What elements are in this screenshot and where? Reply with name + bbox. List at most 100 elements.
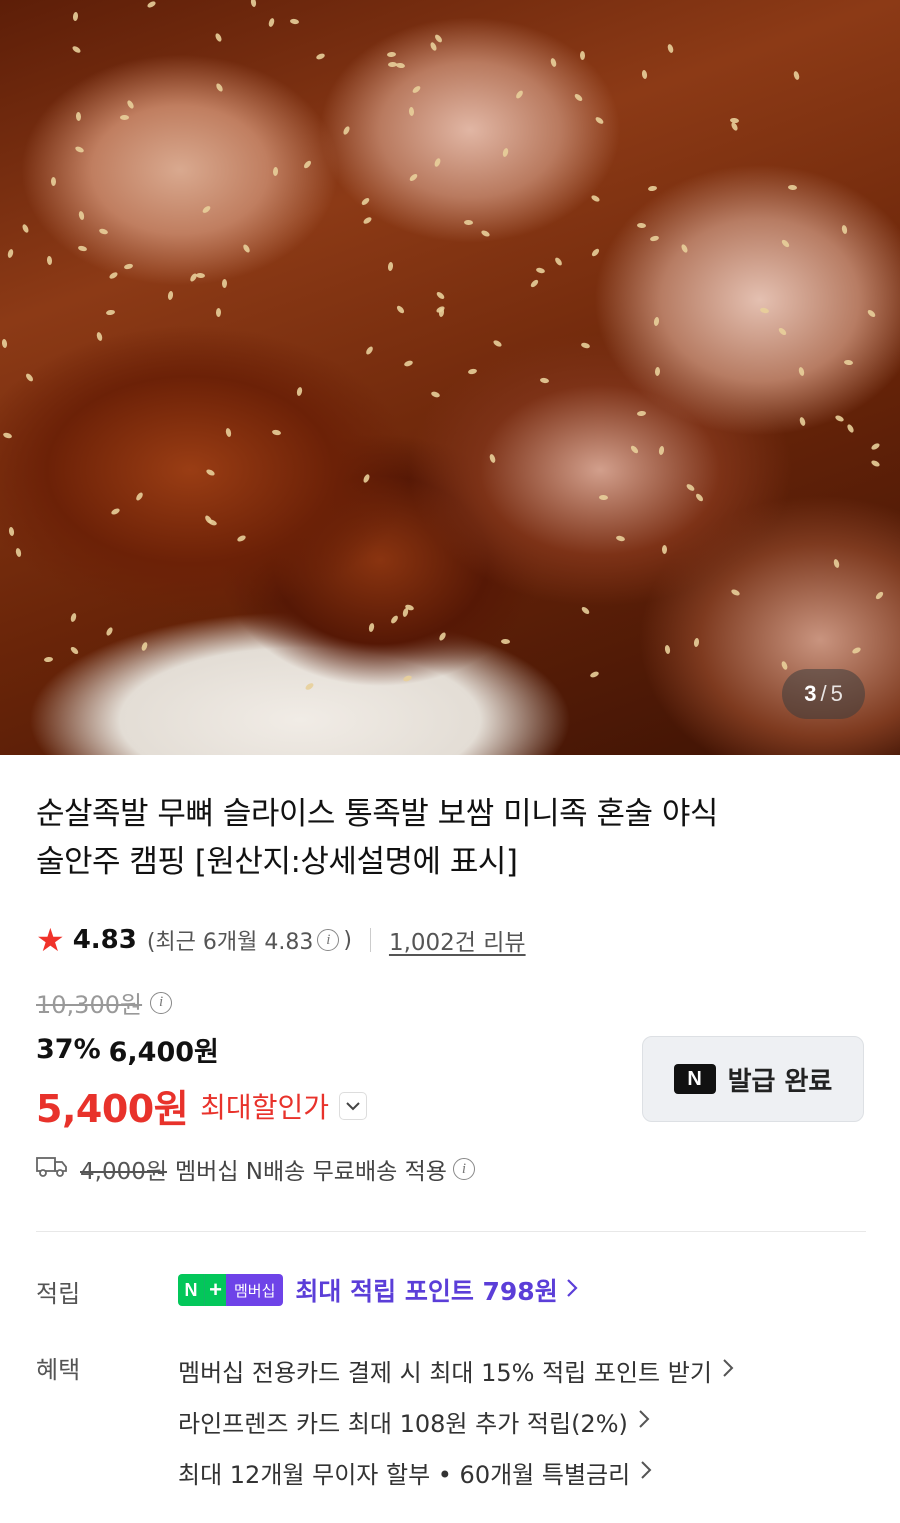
info-icon[interactable]: i (452, 1158, 475, 1180)
sesame-decoration (214, 82, 225, 93)
sesame-decoration (140, 641, 149, 652)
sesame-decoration (207, 518, 218, 527)
sesame-decoration (590, 194, 601, 203)
sesame-decoration (408, 172, 419, 183)
sesame-decoration (77, 244, 88, 253)
recent-rating: (최근 6개월 4.83 i ) (147, 924, 352, 956)
sesame-decoration (514, 89, 525, 100)
sesame-decoration (500, 638, 511, 645)
image-counter-total: 5 (830, 681, 843, 706)
sesame-decoration (296, 386, 303, 397)
sesame-decoration (250, 0, 257, 8)
sesame-decoration (851, 646, 862, 655)
sesame-decoration (535, 266, 546, 275)
sesame-decoration (463, 219, 474, 226)
sesame-decoration (241, 243, 252, 254)
sesame-decoration (78, 210, 85, 221)
naver-plus-membership-badge: N + 멤버십 (178, 1274, 284, 1306)
points-row[interactable]: N + 멤버십 최대 적립 포인트 798원 (178, 1272, 578, 1308)
benefit-text: 라인프렌즈 카드 최대 108원 추가 적립(2%) (178, 1410, 628, 1438)
sesame-decoration (636, 410, 647, 417)
sesame-decoration (134, 491, 145, 502)
sesame-decoration (834, 414, 845, 423)
sesame-decoration (389, 614, 400, 625)
points-label: 적립 (36, 1280, 81, 1308)
sesame-decoration (43, 656, 54, 663)
sesame-decoration (362, 215, 373, 226)
badge-plus: + (204, 1274, 226, 1306)
sesame-decoration (267, 17, 276, 28)
naver-logo-icon: N (673, 1064, 716, 1094)
sesame-decoration (694, 492, 705, 503)
sesame-decoration (662, 545, 667, 554)
sesame-decoration (641, 69, 648, 80)
sesame-decoration (69, 612, 78, 623)
recent-rating-text: (최근 6개월 4.83 (146, 930, 314, 955)
sesame-decoration (798, 416, 807, 427)
sesame-decoration (658, 445, 665, 456)
badge-n: N (178, 1274, 204, 1306)
sesame-decoration (501, 147, 510, 158)
review-count-link[interactable]: 1,002건 리뷰 (389, 923, 526, 957)
product-title-line2: 술안주 캠핑 [원산지:상세설명에 표시] (36, 844, 518, 880)
sesame-decoration (579, 50, 586, 61)
sesame-decoration (402, 674, 413, 683)
sesame-decoration (195, 272, 206, 279)
benefits-label: 혜택 (36, 1356, 81, 1384)
sesame-decoration (590, 247, 601, 258)
sesame-decoration (188, 272, 199, 283)
sesame-decoration (72, 11, 79, 22)
benefit-item[interactable]: 최대 12개월 무이자 할부 • 60개월 특별금리 (178, 1447, 734, 1498)
sesame-decoration (866, 308, 877, 319)
sesame-decoration (488, 453, 497, 464)
sesame-decoration (580, 341, 591, 350)
star-icon: ★ (36, 921, 65, 959)
sesame-decoration (649, 235, 660, 242)
sesame-decoration (492, 339, 503, 348)
sesame-decoration (403, 359, 414, 368)
sesame-decoration (777, 326, 788, 337)
sesame-decoration (120, 115, 129, 120)
benefit-item[interactable]: 라인프렌즈 카드 최대 108원 추가 적립(2%) (178, 1396, 734, 1447)
info-icon[interactable]: i (317, 929, 340, 951)
divider (369, 928, 371, 952)
sesame-decoration (654, 366, 661, 377)
sesame-decoration (387, 261, 394, 272)
sesame-decoration (75, 111, 82, 122)
chevron-right-icon (640, 1460, 652, 1486)
sesame-decoration (666, 43, 675, 54)
sesame-decoration (214, 32, 223, 43)
sesame-decoration (539, 377, 550, 384)
sesame-decoration (21, 223, 30, 234)
coupon-issued-button[interactable]: N 발급 완료 (642, 1036, 864, 1122)
sesame-decoration (271, 429, 282, 436)
sesame-decoration (870, 459, 881, 468)
sesame-decoration (221, 278, 228, 289)
sesame-decoration (429, 41, 438, 52)
sesame-decoration (797, 366, 806, 377)
discounted-price: 6,400원 (108, 1037, 219, 1068)
rating-score: 4.83 (72, 925, 137, 955)
chevron-right-icon (638, 1409, 650, 1435)
sesame-decoration (50, 176, 57, 187)
sesame-decoration (126, 99, 135, 110)
sesame-decoration (653, 316, 660, 327)
product-image[interactable]: 3 / 5 (0, 0, 900, 755)
sesame-decoration (342, 125, 351, 136)
sesame-decoration (693, 637, 700, 648)
benefit-text: 멤버십 전용카드 결제 시 최대 15% 적립 포인트 받기 (178, 1359, 712, 1387)
final-price-label: 최대할인가 (200, 1090, 329, 1124)
original-price-row: 10,300원 i (36, 985, 173, 1020)
benefit-item[interactable]: 멤버십 전용카드 결제 시 최대 15% 적립 포인트 받기 (178, 1345, 734, 1396)
sesame-decoration (730, 588, 741, 597)
sesame-decoration (664, 644, 671, 655)
sesame-decoration (6, 248, 15, 259)
sesame-decoration (408, 106, 415, 117)
truck-icon (36, 1154, 80, 1184)
sesame-decoration (480, 229, 491, 238)
sesame-decoration (573, 92, 584, 103)
sesame-decoration (69, 645, 80, 656)
info-icon[interactable]: i (150, 991, 173, 1014)
chevron-down-icon[interactable] (338, 1091, 367, 1120)
sesame-decoration (549, 57, 558, 68)
